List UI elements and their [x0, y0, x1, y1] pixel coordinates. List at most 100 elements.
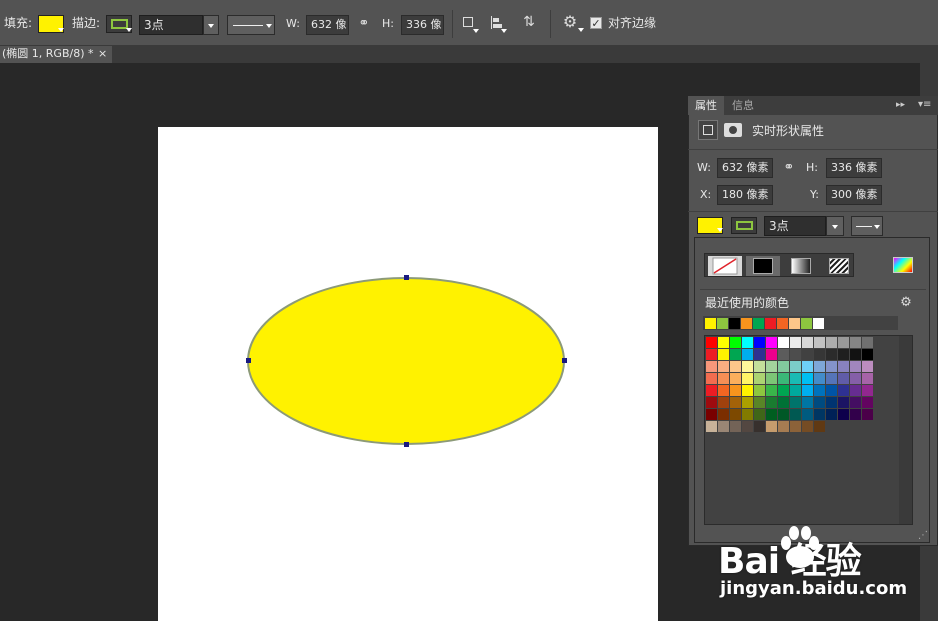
- palette-swatch[interactable]: [814, 337, 825, 348]
- recent-color-swatch[interactable]: [801, 318, 812, 329]
- width-input[interactable]: 632 像: [306, 15, 349, 35]
- anchor-point-right[interactable]: [562, 358, 567, 363]
- palette-swatch[interactable]: [850, 409, 861, 420]
- palette-swatch[interactable]: [766, 409, 777, 420]
- link-icon[interactable]: ⚭: [356, 15, 372, 33]
- recent-color-swatch[interactable]: [753, 318, 764, 329]
- palette-scrollbar[interactable]: [899, 336, 912, 524]
- palette-swatch[interactable]: [730, 409, 741, 420]
- palette-swatch[interactable]: [850, 361, 861, 372]
- panel-stroke-type-dropdown[interactable]: [851, 216, 883, 236]
- stroke-width-dropdown[interactable]: [203, 15, 219, 35]
- palette-swatch[interactable]: [766, 373, 777, 384]
- pattern-button[interactable]: [822, 256, 856, 276]
- palette-swatch[interactable]: [742, 385, 753, 396]
- palette-swatch[interactable]: [790, 349, 801, 360]
- panel-y-input[interactable]: 300 像素: [826, 185, 882, 205]
- palette-swatch[interactable]: [838, 409, 849, 420]
- palette-swatch[interactable]: [742, 349, 753, 360]
- palette-swatch[interactable]: [766, 385, 777, 396]
- palette-swatch[interactable]: [754, 373, 765, 384]
- palette-swatch[interactable]: [718, 421, 729, 432]
- palette-swatch[interactable]: [742, 397, 753, 408]
- stroke-type-dropdown[interactable]: [227, 15, 275, 35]
- palette-swatch[interactable]: [718, 349, 729, 360]
- gear-icon[interactable]: ⚙: [897, 294, 915, 312]
- palette-swatch[interactable]: [730, 349, 741, 360]
- palette-swatch[interactable]: [802, 349, 813, 360]
- palette-swatch[interactable]: [850, 397, 861, 408]
- anchor-point-top[interactable]: [404, 275, 409, 280]
- palette-swatch[interactable]: [862, 385, 873, 396]
- palette-swatch[interactable]: [754, 349, 765, 360]
- palette-swatch[interactable]: [850, 385, 861, 396]
- palette-swatch[interactable]: [814, 361, 825, 372]
- palette-swatch[interactable]: [778, 337, 789, 348]
- color-picker-icon[interactable]: [893, 257, 913, 273]
- recent-color-swatch[interactable]: [789, 318, 800, 329]
- palette-swatch[interactable]: [754, 361, 765, 372]
- palette-swatch[interactable]: [826, 349, 837, 360]
- palette-swatch[interactable]: [766, 421, 777, 432]
- palette-swatch[interactable]: [838, 373, 849, 384]
- panel-height-input[interactable]: 336 像素: [826, 158, 882, 178]
- align-edges-checkbox[interactable]: ✓: [590, 17, 602, 29]
- shape-mask-icon[interactable]: [698, 120, 718, 140]
- palette-swatch[interactable]: [730, 361, 741, 372]
- palette-swatch[interactable]: [766, 337, 777, 348]
- palette-swatch[interactable]: [790, 397, 801, 408]
- recent-color-swatch[interactable]: [741, 318, 752, 329]
- palette-swatch[interactable]: [850, 373, 861, 384]
- palette-swatch[interactable]: [802, 385, 813, 396]
- palette-swatch[interactable]: [778, 409, 789, 420]
- palette-swatch[interactable]: [802, 373, 813, 384]
- palette-swatch[interactable]: [802, 361, 813, 372]
- tab-info[interactable]: 信息: [728, 96, 758, 115]
- palette-swatch[interactable]: [730, 337, 741, 348]
- palette-swatch[interactable]: [706, 337, 717, 348]
- palette-swatch[interactable]: [754, 385, 765, 396]
- palette-swatch[interactable]: [766, 361, 777, 372]
- palette-swatch[interactable]: [742, 421, 753, 432]
- palette-swatch[interactable]: [778, 361, 789, 372]
- palette-swatch[interactable]: [802, 397, 813, 408]
- palette-swatch[interactable]: [838, 349, 849, 360]
- palette-swatch[interactable]: [718, 361, 729, 372]
- palette-swatch[interactable]: [718, 337, 729, 348]
- palette-swatch[interactable]: [706, 409, 717, 420]
- panel-width-input[interactable]: 632 像素: [717, 158, 773, 178]
- palette-swatch[interactable]: [862, 397, 873, 408]
- palette-swatch[interactable]: [754, 337, 765, 348]
- palette-swatch[interactable]: [778, 349, 789, 360]
- tab-properties[interactable]: 属性: [688, 96, 724, 115]
- path-operations-icon[interactable]: [461, 15, 479, 33]
- palette-swatch[interactable]: [778, 421, 789, 432]
- palette-swatch[interactable]: [826, 409, 837, 420]
- palette-swatch[interactable]: [706, 349, 717, 360]
- palette-swatch[interactable]: [718, 409, 729, 420]
- recent-color-swatch[interactable]: [777, 318, 788, 329]
- no-color-button[interactable]: [708, 256, 742, 276]
- palette-swatch[interactable]: [790, 373, 801, 384]
- palette-swatch[interactable]: [706, 397, 717, 408]
- path-alignment-icon[interactable]: [489, 15, 507, 33]
- palette-swatch[interactable]: [838, 361, 849, 372]
- palette-swatch[interactable]: [754, 421, 765, 432]
- palette-swatch[interactable]: [862, 349, 873, 360]
- palette-swatch[interactable]: [862, 373, 873, 384]
- solid-color-button[interactable]: [746, 256, 780, 276]
- palette-swatch[interactable]: [826, 337, 837, 348]
- ellipse-shape[interactable]: [247, 277, 565, 445]
- gradient-button[interactable]: [784, 256, 818, 276]
- palette-swatch[interactable]: [742, 373, 753, 384]
- resize-grip-icon[interactable]: ⋰: [918, 530, 930, 542]
- palette-swatch[interactable]: [862, 361, 873, 372]
- palette-swatch[interactable]: [742, 337, 753, 348]
- recent-color-swatch[interactable]: [705, 318, 716, 329]
- palette-swatch[interactable]: [790, 385, 801, 396]
- palette-swatch[interactable]: [790, 361, 801, 372]
- palette-swatch[interactable]: [826, 373, 837, 384]
- palette-swatch[interactable]: [730, 373, 741, 384]
- palette-swatch[interactable]: [826, 385, 837, 396]
- panel-stroke-width-input[interactable]: 3点: [764, 216, 826, 236]
